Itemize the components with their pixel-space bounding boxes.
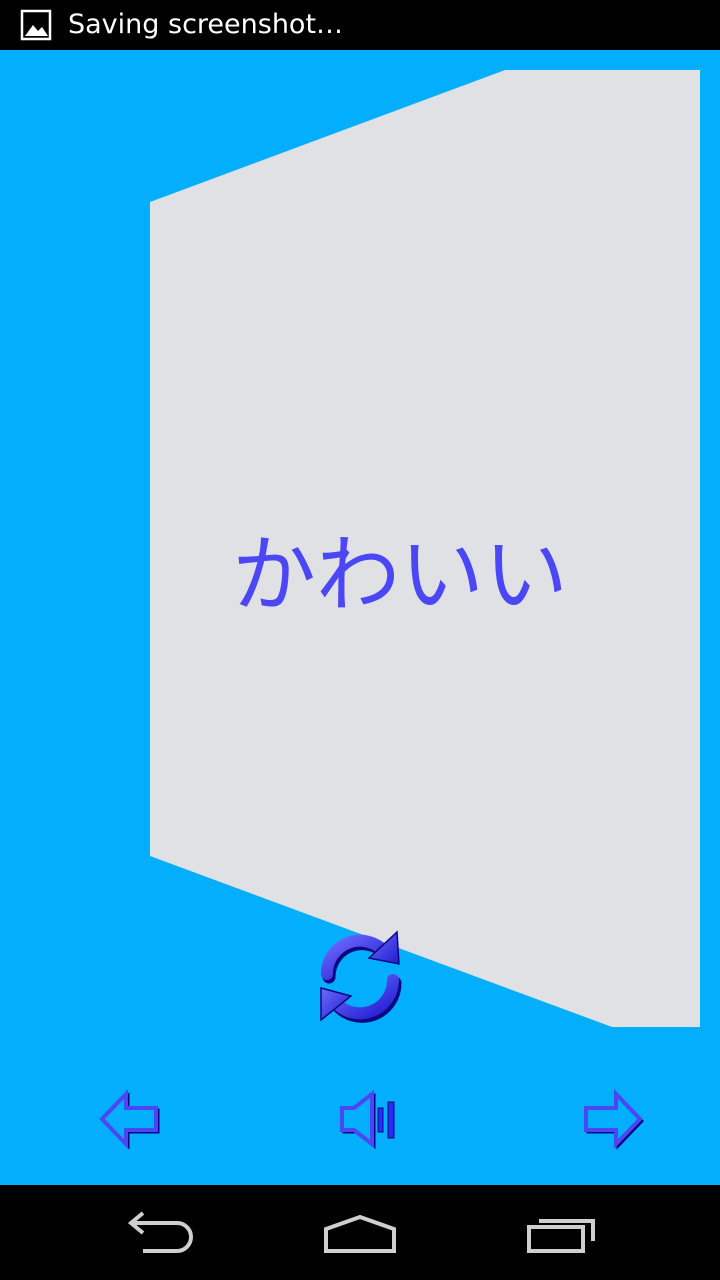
card-word: かわいい (231, 526, 568, 624)
back-icon (127, 1211, 193, 1253)
navigation-bar (0, 1185, 720, 1280)
home-button[interactable] (315, 1203, 405, 1263)
sound-button[interactable] (334, 1086, 404, 1152)
back-button[interactable] (115, 1203, 205, 1263)
recents-icon (527, 1219, 595, 1253)
next-button[interactable] (576, 1086, 646, 1152)
arrow-right-icon (584, 1089, 645, 1150)
flip-button[interactable] (313, 928, 407, 1024)
recents-button[interactable] (517, 1203, 607, 1263)
home-icon (324, 1214, 396, 1253)
speaker-icon (340, 1089, 395, 1150)
status-text: Saving screenshot… (68, 9, 344, 40)
arrow-left-icon (99, 1089, 160, 1150)
previous-button[interactable] (96, 1086, 166, 1152)
status-bar: Saving screenshot… (0, 0, 720, 50)
refresh-icon (320, 930, 402, 1023)
image-icon (20, 9, 52, 41)
